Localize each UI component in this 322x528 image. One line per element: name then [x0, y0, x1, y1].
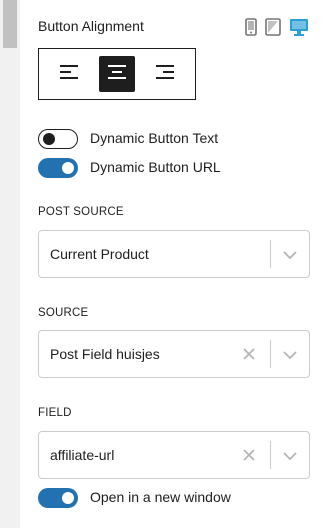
source-label: SOURCE — [38, 307, 89, 319]
source-value: Post Field huisjes — [50, 346, 160, 362]
select-separator — [270, 441, 271, 469]
desktop-icon[interactable] — [288, 17, 310, 37]
toggle-knob — [62, 492, 74, 504]
dynamic-text-row: Dynamic Button Text — [38, 129, 310, 149]
align-center-icon — [107, 62, 127, 87]
select-separator — [270, 240, 271, 268]
scrollbar-thumb[interactable] — [3, 0, 17, 48]
source-select[interactable]: Post Field huisjes — [38, 330, 310, 378]
dynamic-url-label: Dynamic Button URL — [90, 159, 221, 175]
alignment-button-group — [38, 48, 196, 100]
toggle-knob — [62, 162, 74, 174]
post-source-label: POST SOURCE — [38, 206, 124, 218]
post-source-value: Current Product — [50, 246, 149, 262]
align-right-button[interactable] — [147, 56, 183, 92]
toggle-knob — [43, 133, 55, 145]
field-value: affiliate-url — [50, 447, 115, 463]
chevron-down-icon[interactable] — [281, 447, 299, 470]
align-left-button[interactable] — [51, 56, 87, 92]
align-left-icon — [59, 62, 79, 87]
select-separator — [270, 340, 271, 368]
new-window-label: Open in a new window — [90, 489, 231, 505]
dynamic-url-row: Dynamic Button URL — [38, 158, 310, 178]
button-alignment-header: Button Alignment — [38, 17, 310, 37]
clear-icon[interactable] — [242, 448, 256, 467]
dynamic-text-label: Dynamic Button Text — [90, 130, 219, 146]
new-window-toggle[interactable] — [38, 488, 78, 508]
new-window-row: Open in a new window — [38, 488, 310, 508]
clear-icon[interactable] — [242, 347, 256, 366]
mobile-icon[interactable] — [244, 17, 258, 37]
chevron-down-icon[interactable] — [281, 346, 299, 369]
align-center-button[interactable] — [99, 56, 135, 92]
button-alignment-label: Button Alignment — [38, 18, 144, 34]
field-label: FIELD — [38, 407, 72, 419]
post-source-select[interactable]: Current Product — [38, 230, 310, 278]
device-switcher — [244, 17, 310, 37]
dynamic-text-toggle[interactable] — [38, 129, 78, 149]
scrollbar-track[interactable] — [0, 0, 20, 528]
align-right-icon — [155, 62, 175, 87]
chevron-down-icon[interactable] — [281, 246, 299, 269]
dynamic-url-toggle[interactable] — [38, 158, 78, 178]
field-select[interactable]: affiliate-url — [38, 431, 310, 479]
tablet-icon[interactable] — [264, 17, 282, 37]
